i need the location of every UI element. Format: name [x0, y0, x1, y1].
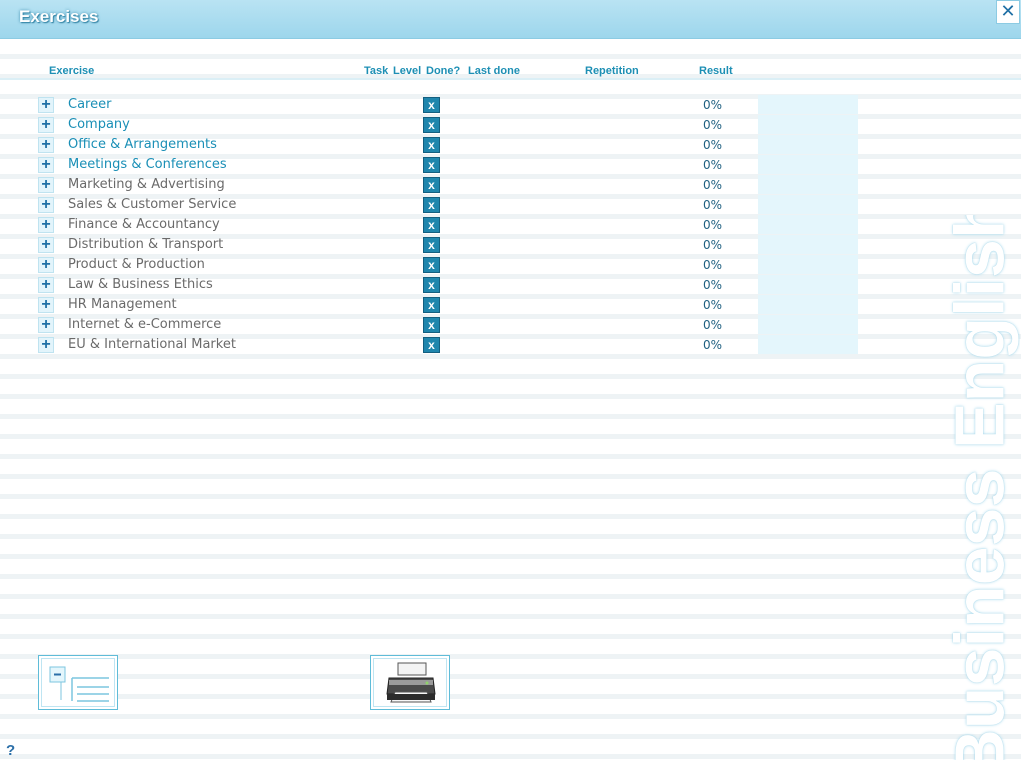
result-value: 0% [703, 158, 723, 172]
list-item: + Office & Arrangements x 0% [0, 135, 870, 155]
expand-icon[interactable]: + [38, 237, 54, 253]
done-checkbox[interactable]: x [423, 217, 440, 233]
result-bar [758, 135, 858, 154]
done-checkbox[interactable]: x [423, 197, 440, 213]
exercise-label[interactable]: Product & Production [68, 257, 205, 272]
close-button[interactable]: ✕ [996, 0, 1020, 24]
list-item: + Meetings & Conferences x 0% [0, 155, 870, 175]
exercise-label[interactable]: EU & International Market [68, 337, 236, 352]
print-button[interactable] [370, 655, 450, 710]
exercise-label[interactable]: Finance & Accountancy [68, 217, 220, 232]
list-item: + Distribution & Transport x 0% [0, 235, 870, 255]
done-checkbox[interactable]: x [423, 277, 440, 293]
result-value: 0% [703, 98, 723, 112]
expand-icon[interactable]: + [38, 217, 54, 233]
expand-icon[interactable]: + [38, 117, 54, 133]
watermark-text: Business English [941, 215, 1020, 760]
expand-icon[interactable]: + [38, 297, 54, 313]
exercise-label[interactable]: Meetings & Conferences [68, 157, 227, 172]
column-done: Done? [426, 65, 461, 77]
result-value: 0% [703, 218, 723, 232]
done-checkbox[interactable]: x [423, 117, 440, 133]
printer-icon [386, 662, 436, 703]
result-bar [758, 195, 858, 214]
expand-icon[interactable]: + [38, 337, 54, 353]
done-checkbox[interactable]: x [423, 157, 440, 173]
exercise-label[interactable]: Career [68, 97, 111, 112]
result-bar [758, 95, 858, 114]
result-bar [758, 235, 858, 254]
exercise-label[interactable]: Internet & e-Commerce [68, 317, 221, 332]
expand-icon[interactable]: + [38, 97, 54, 113]
result-value: 0% [703, 298, 723, 312]
result-bar [758, 315, 858, 334]
exercise-label[interactable]: HR Management [68, 297, 177, 312]
exercise-label[interactable]: Office & Arrangements [68, 137, 217, 152]
result-value: 0% [703, 318, 723, 332]
expand-icon[interactable]: + [38, 137, 54, 153]
result-bar [758, 175, 858, 194]
done-checkbox[interactable]: x [423, 337, 440, 353]
result-bar [758, 115, 858, 134]
result-value: 0% [703, 338, 723, 352]
list-item: + Law & Business Ethics x 0% [0, 275, 870, 295]
help-button[interactable]: ? [6, 742, 15, 759]
window-title: Exercises [19, 7, 99, 26]
done-checkbox[interactable]: x [423, 237, 440, 253]
result-bar [758, 255, 858, 274]
done-checkbox[interactable]: x [423, 137, 440, 153]
list-item: + Finance & Accountancy x 0% [0, 215, 870, 235]
collapse-all-button[interactable] [38, 655, 118, 710]
column-repetition: Repetition [585, 65, 639, 77]
done-checkbox[interactable]: x [423, 297, 440, 313]
list-item: + EU & International Market x 0% [0, 335, 870, 355]
expand-icon[interactable]: + [38, 177, 54, 193]
exercise-label[interactable]: Distribution & Transport [68, 237, 223, 252]
result-value: 0% [703, 258, 723, 272]
result-value: 0% [703, 198, 723, 212]
result-value: 0% [703, 278, 723, 292]
expand-icon[interactable]: + [38, 197, 54, 213]
result-bar [758, 335, 858, 354]
list-item: + Internet & e-Commerce x 0% [0, 315, 870, 335]
list-item: + Product & Production x 0% [0, 255, 870, 275]
list-item: + Company x 0% [0, 115, 870, 135]
list-item: + Marketing & Advertising x 0% [0, 175, 870, 195]
result-value: 0% [703, 238, 723, 252]
title-bar: Exercises [0, 0, 1021, 39]
result-bar [758, 275, 858, 294]
exercise-label[interactable]: Marketing & Advertising [68, 177, 225, 192]
column-level: Level [393, 65, 422, 77]
expand-icon[interactable]: + [38, 277, 54, 293]
collapse-tree-icon [49, 666, 109, 702]
expand-icon[interactable]: + [38, 257, 54, 273]
done-checkbox[interactable]: x [423, 257, 440, 273]
done-checkbox[interactable]: x [423, 317, 440, 333]
expand-icon[interactable]: + [38, 317, 54, 333]
list-item: + Career x 0% [0, 95, 870, 115]
column-last-done: Last done [468, 65, 520, 77]
result-bar [758, 295, 858, 314]
column-exercise: Exercise [49, 65, 95, 77]
result-bar [758, 215, 858, 234]
done-checkbox[interactable]: x [423, 97, 440, 113]
column-task: Task [364, 65, 389, 77]
list-item: + HR Management x 0% [0, 295, 870, 315]
done-checkbox[interactable]: x [423, 177, 440, 193]
expand-icon[interactable]: + [38, 157, 54, 173]
watermark: Business English [940, 215, 1020, 760]
result-bar [758, 155, 858, 174]
list-item: + Sales & Customer Service x 0% [0, 195, 870, 215]
result-value: 0% [703, 178, 723, 192]
exercise-label[interactable]: Company [68, 117, 130, 132]
result-value: 0% [703, 118, 723, 132]
header-divider [0, 78, 1021, 80]
column-result: Result [699, 65, 733, 77]
result-value: 0% [703, 138, 723, 152]
exercise-label[interactable]: Law & Business Ethics [68, 277, 213, 292]
column-header-row: Exercise Task Level Done? Last done Repe… [0, 62, 1021, 78]
exercise-label[interactable]: Sales & Customer Service [68, 197, 236, 212]
